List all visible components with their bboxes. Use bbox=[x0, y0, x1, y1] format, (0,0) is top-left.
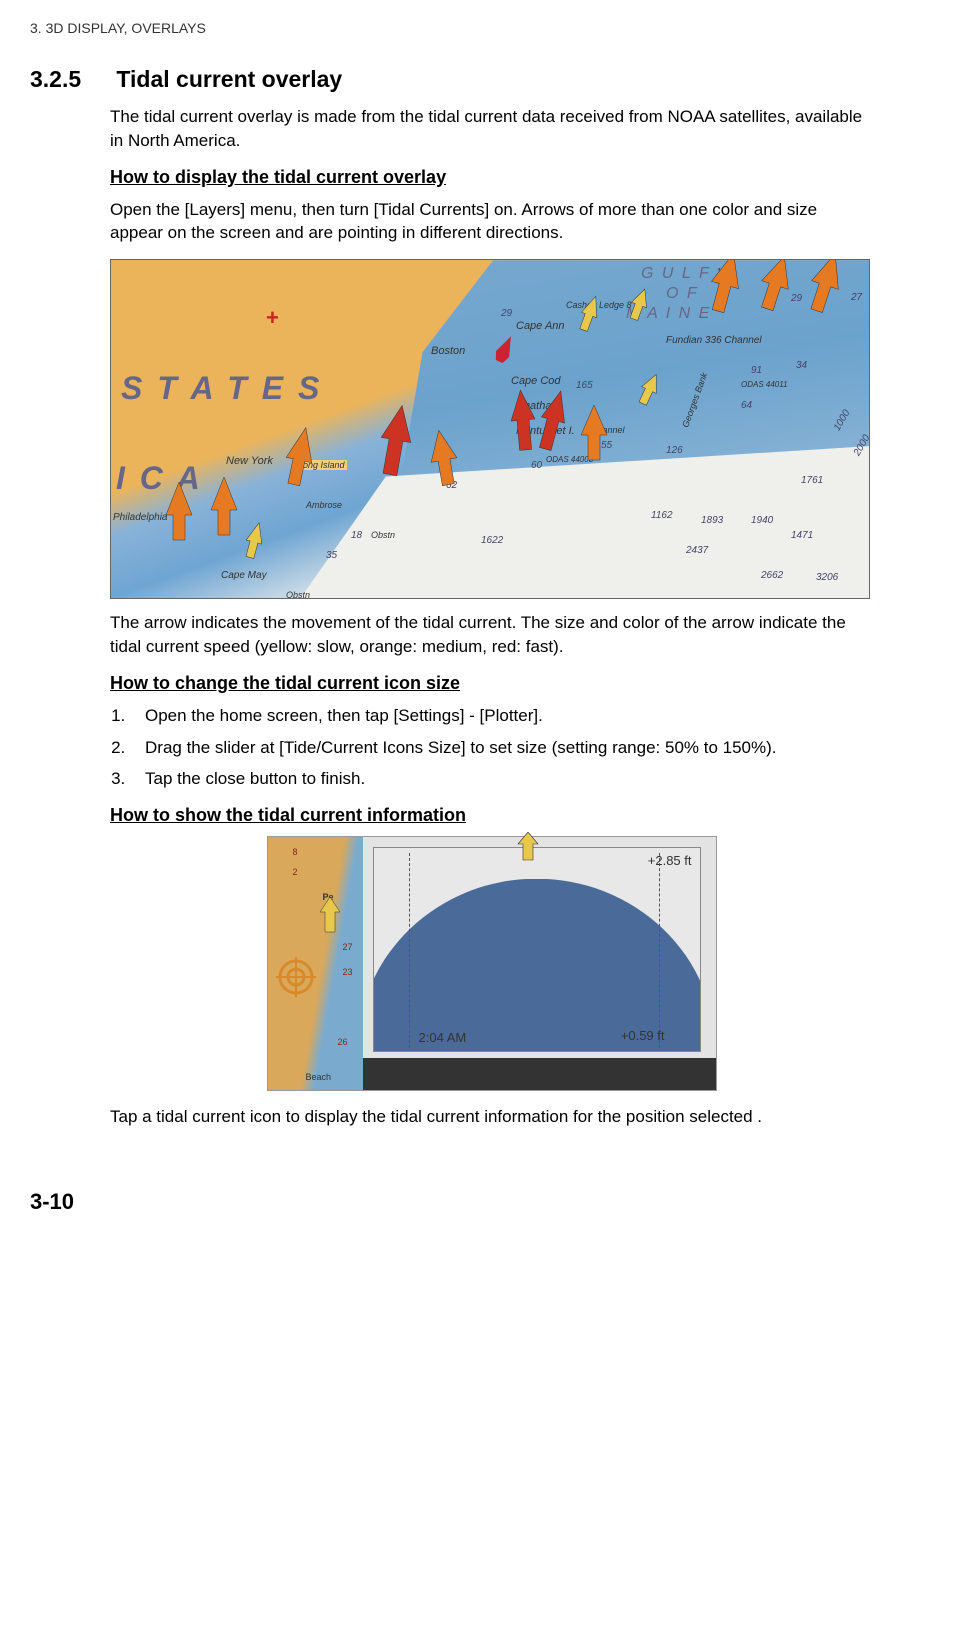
dashed-right bbox=[659, 853, 660, 1048]
step-3: Tap the close button to finish. bbox=[130, 767, 873, 791]
tide-curve bbox=[374, 879, 700, 1052]
fig2-d27: 27 bbox=[343, 942, 353, 952]
intro-paragraph: The tidal current overlay is made from t… bbox=[110, 105, 873, 153]
target-icon bbox=[276, 957, 316, 997]
fig2-d2: 2 bbox=[293, 867, 298, 877]
tide-time: 2:04 AM bbox=[419, 1030, 467, 1045]
tidal-current-map-figure: S T A T E S I C A G U L F O F M A I N E … bbox=[110, 259, 870, 599]
steps-list: Open the home screen, then tap [Settings… bbox=[130, 704, 873, 791]
tide-arrow-icon bbox=[516, 832, 540, 862]
tidal-info-figure: Pe Beach 27 23 26 2 8 +2.85 ft +0.59 ft bbox=[267, 836, 717, 1091]
step-1: Open the home screen, then tap [Settings… bbox=[130, 704, 873, 728]
subheading-info: How to show the tidal current informatio… bbox=[110, 805, 873, 826]
section-number: 3.2.5 bbox=[30, 66, 110, 93]
chapter-header: 3. 3D DISPLAY, OVERLAYS bbox=[30, 20, 873, 36]
display-paragraph: Open the [Layers] menu, then turn [Tidal… bbox=[110, 198, 873, 246]
tide-high: +2.85 ft bbox=[648, 853, 692, 868]
tidal-arrows bbox=[111, 260, 869, 598]
fig2-beach: Beach bbox=[306, 1072, 332, 1082]
section-heading: Tidal current overlay bbox=[116, 66, 342, 92]
subheading-size: How to change the tidal current icon siz… bbox=[110, 673, 873, 694]
section-title: 3.2.5 Tidal current overlay bbox=[30, 66, 873, 93]
tide-low: +0.59 ft bbox=[621, 1028, 665, 1043]
fig2-arrow-up bbox=[316, 897, 344, 937]
fig2-bottom-bar bbox=[363, 1058, 716, 1090]
fig2-d26: 26 bbox=[338, 1037, 348, 1047]
step-2: Drag the slider at [Tide/Current Icons S… bbox=[130, 736, 873, 760]
fig2-map-strip: Pe Beach 27 23 26 2 8 bbox=[268, 837, 363, 1090]
tide-chart: +2.85 ft +0.59 ft 2:04 AM bbox=[373, 847, 701, 1052]
dashed-left bbox=[409, 853, 410, 1048]
fig2-d8: 8 bbox=[293, 847, 298, 857]
subheading-display: How to display the tidal current overlay bbox=[110, 167, 873, 188]
fig2-d23: 23 bbox=[343, 967, 353, 977]
tap-info-paragraph: Tap a tidal current icon to display the … bbox=[110, 1105, 873, 1129]
arrow-explanation: The arrow indicates the movement of the … bbox=[110, 611, 873, 659]
page-number: 3-10 bbox=[30, 1189, 873, 1215]
